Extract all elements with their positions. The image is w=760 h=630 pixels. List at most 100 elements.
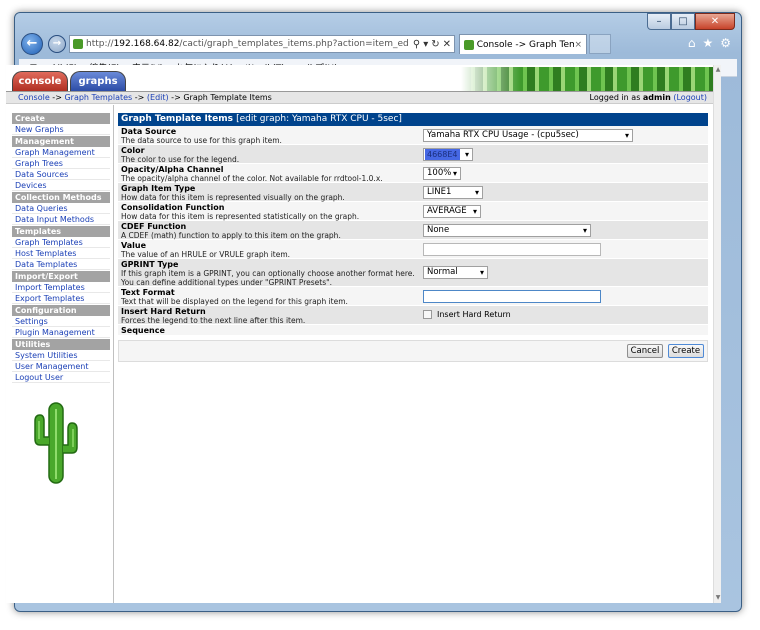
sidebar-item-data-queries[interactable]: Data Queries <box>12 203 110 214</box>
field-description: The color to use for the legend. <box>121 155 240 164</box>
tab-close-icon[interactable]: × <box>574 40 582 50</box>
breadcrumb: Console -> Graph Templates -> (Edit) -> … <box>6 91 713 104</box>
row-consolidation-function: Consolidation Function How data for this… <box>118 202 708 221</box>
sidebar-item-import-templates[interactable]: Import Templates <box>12 282 110 293</box>
sidebar-group-create: Create New Graphs <box>12 113 110 135</box>
field-description: You can define additional types under "G… <box>121 278 332 287</box>
cacti-header: console graphs <box>6 65 713 91</box>
window-caption-buttons: – □ ✕ <box>647 13 735 30</box>
text-format-input[interactable] <box>423 290 601 303</box>
sidebar-header: Create <box>12 113 110 124</box>
new-tab-button[interactable] <box>589 34 611 54</box>
sidebar-item-system-utilities[interactable]: System Utilities <box>12 350 110 361</box>
sidebar-header: Templates <box>12 226 110 237</box>
field-label: GPRINT Type <box>121 260 179 269</box>
graph-item-type-select[interactable]: LINE1 <box>423 186 483 199</box>
breadcrumb-separator: -> <box>168 93 184 102</box>
sidebar-header: Collection Methods <box>12 192 110 203</box>
dropdown-chevron-icon[interactable]: ▾ <box>423 39 428 50</box>
field-description: The opacity/alpha channel of the color. … <box>121 174 383 183</box>
scroll-down-icon[interactable]: ▼ <box>714 594 721 602</box>
field-description: Forces the legend to the next line after… <box>121 316 306 325</box>
breadcrumb-console-link[interactable]: Console <box>18 93 50 102</box>
field-label: CDEF Function <box>121 222 187 231</box>
sidebar-header: Import/Export <box>12 271 110 282</box>
field-label: Graph Item Type <box>121 184 196 193</box>
tab-favicon-icon <box>464 39 474 50</box>
back-arrow-icon[interactable]: ← <box>21 33 43 55</box>
row-graph-item-type: Graph Item Type How data for this item i… <box>118 183 708 202</box>
sidebar-item-graph-trees[interactable]: Graph Trees <box>12 158 110 169</box>
search-icon[interactable]: ⚲ <box>413 39 420 50</box>
stop-icon[interactable]: ✕ <box>443 39 451 50</box>
sidebar: Create New Graphs Management Graph Manag… <box>6 105 114 603</box>
opacity-select[interactable]: 100% <box>423 167 461 180</box>
row-insert-hard-return: Insert Hard Return Forces the legend to … <box>118 306 708 325</box>
row-gprint-type: GPRINT Type If this graph item is a GPRI… <box>118 259 708 287</box>
color-swatch: 4668E4 <box>425 149 460 160</box>
sidebar-item-plugin-management[interactable]: Plugin Management <box>12 327 110 338</box>
home-icon[interactable]: ⌂ <box>688 36 696 50</box>
breadcrumb-separator: -> <box>132 93 147 102</box>
settings-gear-icon[interactable]: ⚙ <box>720 36 731 50</box>
forward-arrow-icon[interactable]: → <box>48 35 66 53</box>
field-label: Color <box>121 146 145 155</box>
sidebar-item-data-input-methods[interactable]: Data Input Methods <box>12 214 110 225</box>
sidebar-item-graph-management[interactable]: Graph Management <box>12 147 110 158</box>
form-title: Graph Template Items [edit graph: Yamaha… <box>118 113 708 126</box>
close-window-icon[interactable]: ✕ <box>695 13 735 30</box>
form-subtitle: [edit graph: Yamaha RTX CPU - 5sec] <box>236 114 402 124</box>
sidebar-group-collection-methods: Collection Methods Data Queries Data Inp… <box>12 192 110 225</box>
sidebar-item-data-sources[interactable]: Data Sources <box>12 169 110 180</box>
breadcrumb-edit-link[interactable]: (Edit) <box>147 93 169 102</box>
refresh-icon[interactable]: ↻ <box>431 39 439 50</box>
consolidation-function-select[interactable]: AVERAGE <box>423 205 481 218</box>
address-bar[interactable]: http://192.168.64.82/cacti/graph_templat… <box>69 35 455 53</box>
gprint-type-select[interactable]: Normal <box>423 266 488 279</box>
sidebar-item-logout-user[interactable]: Logout User <box>12 372 110 383</box>
field-label: Sequence <box>121 326 165 335</box>
sidebar-item-settings[interactable]: Settings <box>12 316 110 327</box>
color-select[interactable]: 4668E4 <box>423 148 473 161</box>
minimize-icon[interactable]: – <box>647 13 671 30</box>
scroll-up-icon[interactable]: ▲ <box>714 66 721 74</box>
row-sequence: Sequence <box>118 325 708 336</box>
cancel-button[interactable]: Cancel <box>627 344 663 358</box>
maximize-icon[interactable]: □ <box>671 13 695 30</box>
sidebar-group-templates: Templates Graph Templates Host Templates… <box>12 226 110 270</box>
value-input[interactable] <box>423 243 601 256</box>
row-text-format: Text Format Text that will be displayed … <box>118 287 708 306</box>
field-description: Text that will be displayed on the legen… <box>121 297 348 306</box>
sidebar-item-host-templates[interactable]: Host Templates <box>12 248 110 259</box>
sidebar-header: Management <box>12 136 110 147</box>
field-description: The value of an HRULE or VRULE graph ite… <box>121 250 291 259</box>
tab-console[interactable]: console <box>12 71 68 91</box>
row-cdef-function: CDEF Function A CDEF (math) function to … <box>118 221 708 240</box>
sidebar-header: Configuration <box>12 305 110 316</box>
field-label: Value <box>121 241 147 250</box>
sidebar-item-export-templates[interactable]: Export Templates <box>12 293 110 304</box>
checkbox-label: Insert Hard Return <box>437 310 511 319</box>
sidebar-item-new-graphs[interactable]: New Graphs <box>12 124 110 135</box>
sidebar-item-devices[interactable]: Devices <box>12 180 110 191</box>
field-label: Insert Hard Return <box>121 307 206 316</box>
breadcrumb-current: Graph Template Items <box>183 93 272 102</box>
cdef-function-select[interactable]: None <box>423 224 591 237</box>
sidebar-item-user-management[interactable]: User Management <box>12 361 110 372</box>
create-button[interactable]: Create <box>668 344 704 358</box>
data-source-select[interactable]: Yamaha RTX CPU Usage - (cpu5sec) <box>423 129 633 142</box>
sidebar-group-management: Management Graph Management Graph Trees … <box>12 136 110 191</box>
sidebar-item-graph-templates[interactable]: Graph Templates <box>12 237 110 248</box>
main-form: Graph Template Items [edit graph: Yamaha… <box>118 113 708 362</box>
logout-link[interactable]: (Logout) <box>673 93 707 102</box>
vertical-scrollbar[interactable]: ▲ ▼ <box>713 65 721 603</box>
tab-graphs[interactable]: graphs <box>70 71 126 91</box>
sidebar-item-data-templates[interactable]: Data Templates <box>12 259 110 270</box>
insert-hard-return-checkbox[interactable] <box>423 310 432 319</box>
sidebar-group-configuration: Configuration Settings Plugin Management <box>12 305 110 338</box>
favorites-star-icon[interactable]: ★ <box>702 36 713 50</box>
tab-console-graph-templates[interactable]: Console -> Graph Templ... × <box>459 34 587 54</box>
breadcrumb-graph-templates-link[interactable]: Graph Templates <box>64 93 132 102</box>
page-content: console graphs Console -> Graph Template… <box>6 65 721 603</box>
row-color: Color The color to use for the legend. 4… <box>118 145 708 164</box>
